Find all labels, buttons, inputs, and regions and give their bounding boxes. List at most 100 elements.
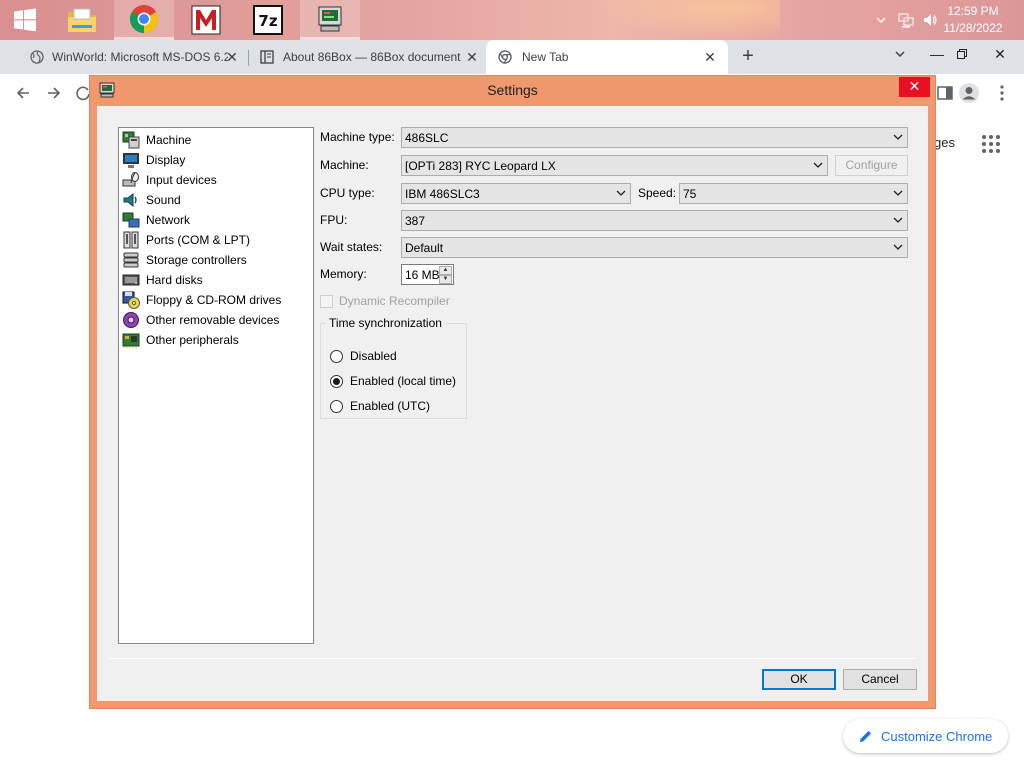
radio-dot xyxy=(330,399,343,413)
checkbox-box xyxy=(320,294,333,308)
apps-grid-icon[interactable] xyxy=(982,135,1000,153)
tab-new-tab[interactable]: New Tab ✕ xyxy=(486,40,728,74)
cpu-type-value: IBM 486SLC3 xyxy=(405,187,480,201)
machine-type-select[interactable]: 486SLC xyxy=(401,127,908,148)
ok-button[interactable]: OK xyxy=(762,669,836,690)
category-label: Input devices xyxy=(146,173,217,187)
category-storage-controllers[interactable]: Storage controllers xyxy=(122,250,310,270)
time-sync-utc-radio[interactable]: Enabled (UTC) xyxy=(330,398,430,414)
spin-down-button[interactable]: ▼ xyxy=(439,275,452,284)
ports-icon xyxy=(123,231,139,249)
cpu-type-select[interactable]: IBM 486SLC3 xyxy=(401,183,631,204)
spin-up-button[interactable]: ▲ xyxy=(439,266,452,275)
globe-icon xyxy=(30,50,44,64)
start-button[interactable] xyxy=(0,0,50,40)
category-ports[interactable]: Ports (COM & LPT) xyxy=(122,230,310,250)
close-icon: ✕ xyxy=(908,78,921,94)
floppy-cdrom-icon xyxy=(122,291,140,309)
chevron-up-icon xyxy=(876,17,886,24)
tab-winworld[interactable]: WinWorld: Microsoft MS-DOS 6.22 ✕ xyxy=(8,40,244,74)
docs-icon xyxy=(260,50,274,64)
chrome-icon xyxy=(130,4,158,33)
memory-value: 16 MB xyxy=(405,268,440,282)
clock-date: 11/28/2022 xyxy=(943,21,1003,35)
tab-strip: WinWorld: Microsoft MS-DOS 6.22 ✕ About … xyxy=(0,40,1024,74)
dialog-client-area: Machine Display Input devices Sound Netw… xyxy=(97,106,928,701)
category-hard-disks[interactable]: Hard disks xyxy=(122,270,310,290)
tray-overflow-button[interactable] xyxy=(873,0,889,40)
memory-label: Memory: xyxy=(320,267,367,281)
close-icon[interactable]: ✕ xyxy=(702,49,718,65)
restore-icon xyxy=(957,49,967,59)
dialog-close-button[interactable]: ✕ xyxy=(899,77,930,97)
category-network[interactable]: Network xyxy=(122,210,310,230)
malwarebytes-icon xyxy=(191,5,221,35)
minimize-button[interactable]: — xyxy=(925,44,949,64)
chevron-down-icon xyxy=(616,190,626,196)
taskbar-7zip[interactable]: 7z xyxy=(238,0,298,40)
memory-spinbox[interactable]: 16 MB ▲ ▼ xyxy=(401,264,454,285)
tab-search-button[interactable] xyxy=(890,48,910,68)
side-panel-icon xyxy=(937,86,953,100)
fpu-select[interactable]: 387 xyxy=(401,210,908,231)
machine-label: Machine: xyxy=(320,158,369,172)
fpu-value: 387 xyxy=(405,214,426,228)
windows-logo-icon xyxy=(14,8,36,32)
close-icon[interactable]: ✕ xyxy=(464,49,480,65)
time-sync-local-radio[interactable]: Enabled (local time) xyxy=(330,373,456,389)
cancel-button[interactable]: Cancel xyxy=(843,669,917,690)
arrow-left-icon xyxy=(16,87,29,99)
tray-network[interactable] xyxy=(896,0,916,40)
dialog-title: Settings xyxy=(487,82,538,98)
file-explorer-icon xyxy=(68,8,96,32)
customize-chrome-button[interactable]: Customize Chrome xyxy=(843,719,1008,753)
clock-time: 12:59 PM xyxy=(947,4,999,18)
category-other-peripherals[interactable]: Other peripherals xyxy=(122,330,310,350)
chevron-down-icon xyxy=(813,162,823,168)
taskbar-file-explorer[interactable] xyxy=(52,0,112,40)
forward-button[interactable] xyxy=(43,82,65,104)
86box-icon xyxy=(318,6,342,31)
taskbar-86box[interactable] xyxy=(300,0,360,40)
category-floppy-cdrom[interactable]: Floppy & CD-ROM drives xyxy=(122,290,310,310)
category-display[interactable]: Display xyxy=(122,150,310,170)
settings-category-list[interactable]: Machine Display Input devices Sound Netw… xyxy=(118,127,314,644)
configure-button[interactable]: Configure xyxy=(835,155,908,176)
category-sound[interactable]: Sound xyxy=(122,190,310,210)
tab-title: New Tab xyxy=(522,50,569,64)
back-button[interactable] xyxy=(12,82,34,104)
dialog-separator xyxy=(109,658,916,659)
category-other-removable[interactable]: Other removable devices xyxy=(122,310,310,330)
category-label: Ports (COM & LPT) xyxy=(146,233,251,247)
chrome-icon xyxy=(498,50,512,64)
tray-volume[interactable] xyxy=(920,0,940,40)
dynamic-recompiler-checkbox[interactable]: Dynamic Recompiler xyxy=(320,293,450,309)
radio-dot xyxy=(330,374,343,388)
chevron-down-icon xyxy=(895,51,905,58)
speed-select[interactable]: 75 xyxy=(679,183,908,204)
chrome-menu-button[interactable] xyxy=(991,82,1013,104)
wait-states-select[interactable]: Default xyxy=(401,237,908,258)
category-label: Other peripherals xyxy=(146,333,239,347)
ntp-images-link[interactable]: ges xyxy=(934,135,955,150)
tab-86box-docs[interactable]: About 86Box — 86Box documentation ✕ xyxy=(238,40,484,74)
time-sync-disabled-radio[interactable]: Disabled xyxy=(330,348,397,364)
taskbar-chrome[interactable] xyxy=(114,0,174,40)
new-tab-button[interactable]: + xyxy=(736,45,760,69)
restore-button[interactable] xyxy=(950,44,974,64)
taskbar-clock[interactable]: 12:59 PM 11/28/2022 xyxy=(938,3,1008,37)
machine-select[interactable]: [OPTi 283] RYC Leopard LX xyxy=(401,155,828,176)
tab-title: WinWorld: Microsoft MS-DOS 6.22 xyxy=(52,50,228,64)
chevron-down-icon xyxy=(893,217,903,223)
sidebar-button[interactable] xyxy=(934,82,956,104)
category-machine[interactable]: Machine xyxy=(122,130,310,150)
window-close-button[interactable]: ✕ xyxy=(988,44,1012,64)
profile-button[interactable] xyxy=(958,82,980,104)
tab-title: About 86Box — 86Box documentation xyxy=(283,50,461,64)
dialog-titlebar[interactable]: Settings ✕ xyxy=(90,76,935,106)
category-input-devices[interactable]: Input devices xyxy=(122,170,310,190)
pencil-icon xyxy=(859,729,873,743)
taskbar-malwarebytes[interactable] xyxy=(176,0,236,40)
network-icon xyxy=(122,212,140,228)
radio-label: Disabled xyxy=(350,349,397,363)
